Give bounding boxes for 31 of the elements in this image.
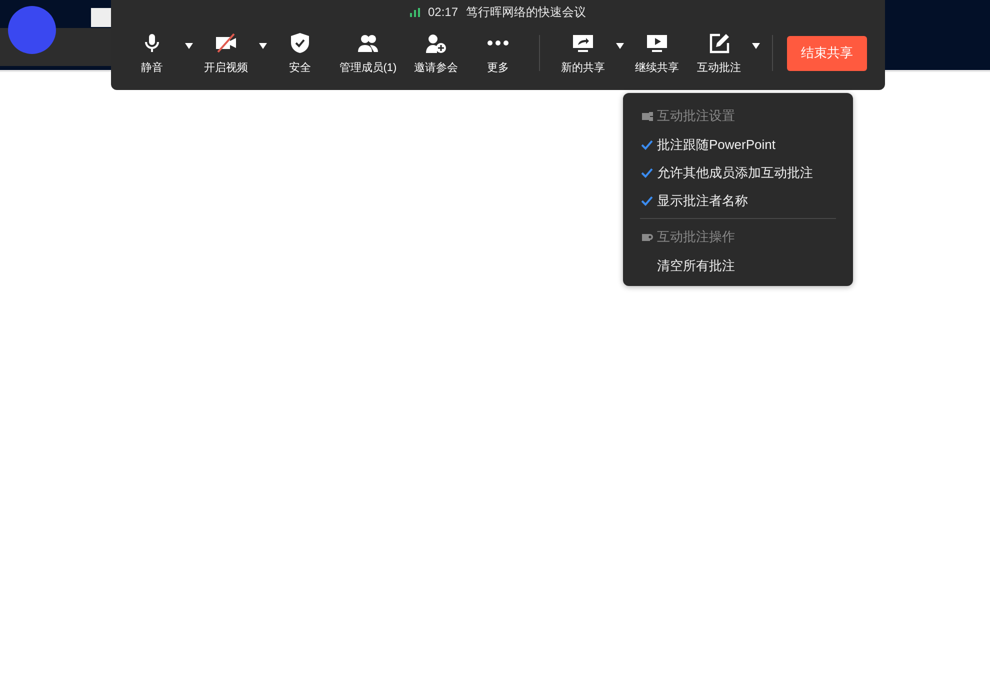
menu-section-header: 互动批注设置 xyxy=(657,107,735,125)
annotate-icon xyxy=(708,32,730,54)
meeting-title: 笃行晖网络的快速会议 xyxy=(466,4,586,20)
caret-icon[interactable] xyxy=(257,43,269,49)
toolbar-button[interactable]: 邀请参会 xyxy=(405,32,467,74)
signal-icon xyxy=(410,8,420,16)
toolbar-button[interactable]: 安全 xyxy=(269,32,331,74)
menu-item[interactable]: 显示批注者名称 xyxy=(623,187,853,215)
toolbar-button[interactable]: 新的共享 xyxy=(552,32,614,74)
toolbar-button[interactable]: 管理成员(1) xyxy=(331,32,405,74)
menu-item[interactable]: 批注跟随PowerPoint xyxy=(623,131,853,159)
caret-icon[interactable] xyxy=(750,43,762,49)
add-person-icon xyxy=(425,32,447,54)
shield-icon xyxy=(289,32,311,54)
toolbar-button[interactable]: 继续共享 xyxy=(626,32,688,74)
video-off-icon xyxy=(215,32,237,54)
meeting-time: 02:17 xyxy=(428,5,458,19)
caret-icon[interactable] xyxy=(614,43,626,49)
more-icon xyxy=(487,40,509,46)
toolbar-button[interactable]: 静音 xyxy=(121,32,183,74)
avatar-icon xyxy=(8,6,56,54)
toolbar-button[interactable]: 开启视频 xyxy=(195,32,257,74)
stamp-icon xyxy=(642,232,653,242)
window-thumbnail xyxy=(91,8,113,27)
menu-item[interactable]: 允许其他成员添加互动批注 xyxy=(623,159,853,187)
caret-icon[interactable] xyxy=(183,43,195,49)
toolbar-button[interactable]: 互动批注 xyxy=(688,32,750,74)
settings-icon xyxy=(642,111,653,121)
menu-section-header: 互动批注操作 xyxy=(657,228,735,246)
menu-item[interactable]: 清空所有批注 xyxy=(623,252,853,280)
toolbar-button[interactable]: 更多 xyxy=(467,32,529,74)
